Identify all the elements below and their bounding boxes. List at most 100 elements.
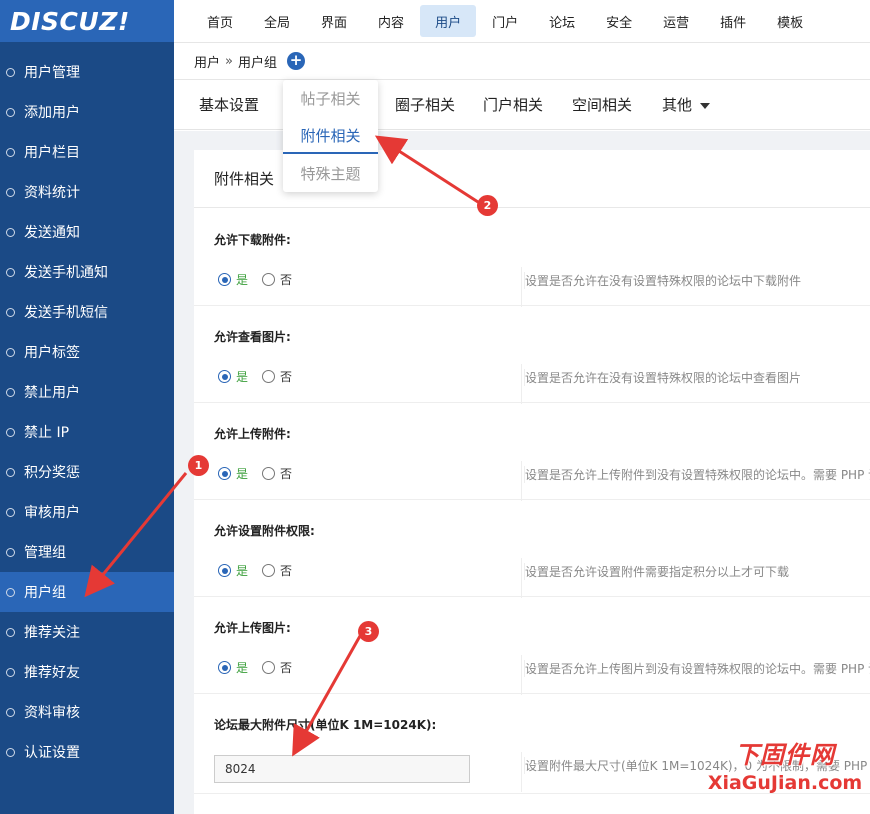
sidebar-item-label: 资料审核	[24, 705, 80, 721]
nav-portal[interactable]: 门户	[477, 5, 533, 37]
sidebar-item-label: 发送手机通知	[24, 265, 108, 281]
circle-icon	[6, 587, 15, 597]
breadcrumb-root[interactable]: 用户	[194, 52, 220, 71]
dropdown-item-attachments[interactable]: 附件相关	[283, 125, 378, 154]
sidebar-item-profile-review[interactable]: 资料审核	[0, 692, 174, 732]
radio-no[interactable]	[262, 273, 276, 286]
sidebar-item-admin-groups[interactable]: 管理组	[0, 532, 174, 572]
sidebar-item-label: 添加用户	[24, 105, 80, 121]
sidebar-item-label: 审核用户	[24, 505, 80, 521]
nav-forum[interactable]: 论坛	[534, 5, 590, 37]
nav-user[interactable]: 用户	[420, 5, 477, 37]
add-icon[interactable]: +	[287, 52, 305, 70]
radio-no-label: 否	[280, 370, 293, 384]
setting-description: 设置是否允许设置附件需要指定积分以上才可下载	[524, 563, 790, 580]
circle-icon	[6, 707, 15, 717]
divider	[521, 655, 522, 695]
caret-down-icon	[700, 102, 711, 109]
radio-no-label: 否	[280, 273, 293, 287]
tab-basic-settings[interactable]: 基本设置	[199, 94, 259, 115]
sidebar-item-user-columns[interactable]: 用户栏目	[0, 132, 174, 172]
radio-yes[interactable]	[218, 661, 231, 674]
sidebar-item-label: 推荐好友	[24, 665, 80, 681]
dropdown-item-posts[interactable]: 帖子相关	[283, 88, 378, 109]
tab-portal[interactable]: 门户相关	[483, 94, 543, 115]
radio-group: 是 否	[218, 659, 292, 676]
sidebar-item-user-tags[interactable]: 用户标签	[0, 332, 174, 372]
sidebar-item-moderate-users[interactable]: 审核用户	[0, 492, 174, 532]
sidebar-item-user-manage[interactable]: 用户管理	[0, 52, 174, 92]
tab-other[interactable]: 其他	[662, 94, 711, 115]
setting-label: 允许查看图片:	[214, 330, 291, 344]
nav-operations[interactable]: 运营	[648, 5, 704, 37]
circle-icon	[6, 267, 15, 277]
sidebar-item-recommend-follow[interactable]: 推荐关注	[0, 612, 174, 652]
sidebar-item-send-sms[interactable]: 发送手机短信	[0, 292, 174, 332]
setting-description: 设置是否允许上传附件到没有设置特殊权限的论坛中。需要 PHP 设置	[524, 466, 870, 483]
sidebar-item-profile-stats[interactable]: 资料统计	[0, 172, 174, 212]
circle-icon	[6, 347, 15, 357]
radio-no[interactable]	[262, 661, 276, 674]
nav-templates[interactable]: 模板	[762, 5, 818, 37]
radio-no[interactable]	[262, 467, 276, 480]
logo-text: DISCUZ!	[10, 6, 130, 36]
sidebar-item-user-groups[interactable]: 用户组	[0, 572, 174, 612]
radio-yes[interactable]	[218, 273, 231, 286]
sidebar-item-recommend-friends[interactable]: 推荐好友	[0, 652, 174, 692]
circle-icon	[6, 67, 15, 77]
setting-label: 允许上传图片:	[214, 621, 291, 635]
sidebar-item-label: 用户组	[24, 585, 66, 601]
sidebar-item-label: 积分奖惩	[24, 465, 80, 481]
sidebar-item-verification[interactable]: 认证设置	[0, 732, 174, 772]
nav-security[interactable]: 安全	[591, 5, 647, 37]
sidebar-item-send-notice[interactable]: 发送通知	[0, 212, 174, 252]
logo[interactable]: DISCUZ!	[0, 0, 174, 42]
max-attachment-size-input[interactable]	[214, 755, 470, 783]
nav-home[interactable]: 首页	[192, 5, 248, 37]
setting-description: 设置是否允许在没有设置特殊权限的论坛中下载附件	[524, 272, 802, 289]
sidebar-item-label: 禁止 IP	[24, 425, 70, 441]
sidebar-item-ban-user[interactable]: 禁止用户	[0, 372, 174, 412]
sidebar-item-credits[interactable]: 积分奖惩	[0, 452, 174, 492]
circle-icon	[6, 307, 15, 317]
circle-icon	[6, 747, 15, 757]
setting-allow-download: 允许下载附件: 是 否 设置是否允许在没有设置特殊权限的论坛中下载附件	[194, 209, 870, 307]
sidebar-item-label: 管理组	[24, 545, 66, 561]
radio-yes[interactable]	[218, 467, 231, 480]
sidebar-item-ban-ip[interactable]: 禁止 IP	[0, 412, 174, 452]
radio-no[interactable]	[262, 564, 276, 577]
tab-space[interactable]: 空间相关	[572, 94, 632, 115]
setting-allow-attachment-perm: 允许设置附件权限: 是 否 设置是否允许设置附件需要指定积分以上才可下载	[194, 500, 870, 598]
setting-description: 设置是否允许上传图片到没有设置特殊权限的论坛中。需要 PHP 设置	[524, 660, 870, 677]
nav-content[interactable]: 内容	[363, 5, 419, 37]
divider	[521, 558, 522, 598]
sidebar: DISCUZ! 用户管理 添加用户 用户栏目 资料统计 发送通知 发送手机通知 …	[0, 0, 174, 814]
radio-yes[interactable]	[218, 370, 231, 383]
radio-yes-label: 是	[236, 370, 249, 384]
circle-icon	[6, 627, 15, 637]
radio-no[interactable]	[262, 370, 276, 383]
circle-icon	[6, 507, 15, 517]
sidebar-item-label: 发送通知	[24, 225, 80, 241]
circle-icon	[6, 387, 15, 397]
tab-circle[interactable]: 圈子相关	[395, 94, 455, 115]
radio-yes-label: 是	[236, 661, 249, 675]
sidebar-item-add-user[interactable]: 添加用户	[0, 92, 174, 132]
sidebar-item-send-mobile-notice[interactable]: 发送手机通知	[0, 252, 174, 292]
annotation-badge-1: 1	[188, 455, 209, 476]
dropdown-item-special-threads[interactable]: 特殊主题	[283, 163, 378, 184]
radio-no-label: 否	[280, 661, 293, 675]
divider	[521, 752, 522, 792]
circle-icon	[6, 227, 15, 237]
nav-plugins[interactable]: 插件	[705, 5, 761, 37]
setting-allow-view-images: 允许查看图片: 是 否 设置是否允许在没有设置特殊权限的论坛中查看图片	[194, 306, 870, 404]
breadcrumb: 用户 » 用户组 +	[174, 42, 870, 80]
radio-yes[interactable]	[218, 564, 231, 577]
nav-global[interactable]: 全局	[249, 5, 305, 37]
divider	[521, 267, 522, 307]
radio-group: 是 否	[218, 368, 292, 385]
watermark-en: XiaGuJian.com	[707, 772, 863, 794]
sidebar-item-label: 用户管理	[24, 65, 80, 81]
nav-interface[interactable]: 界面	[306, 5, 362, 37]
tab-dropdown-menu: 帖子相关 附件相关 特殊主题	[283, 80, 378, 192]
